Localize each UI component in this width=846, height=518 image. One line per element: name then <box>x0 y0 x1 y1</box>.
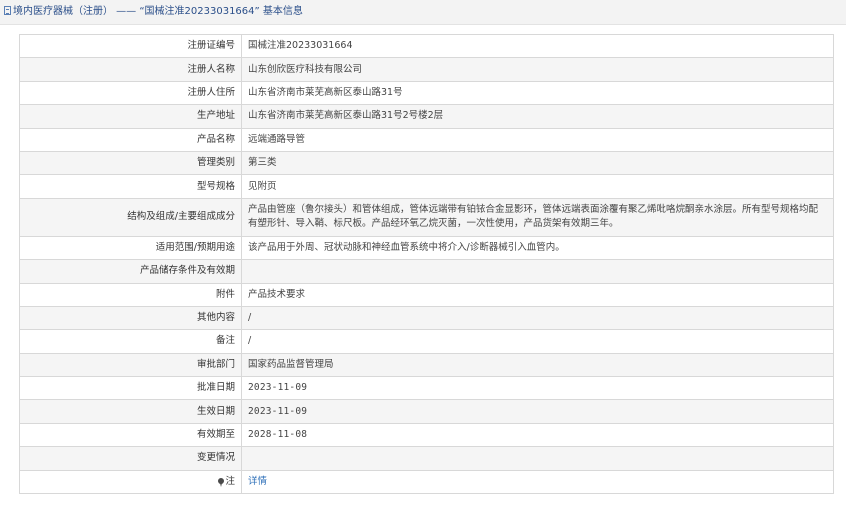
table-row: 其他内容 / <box>19 305 834 331</box>
table-row: 注册人名称 山东创欣医疗科技有限公司 <box>19 57 834 82</box>
table-row: 管理类别 第三类 <box>19 150 834 176</box>
row-value-production-address: 山东省济南市莱芜高新区泰山路31号2号楼2层 <box>241 104 834 129</box>
table-row: 适用范围/预期用途 该产品用于外周、冠状动脉和神经血管系统中将介入/诊断器械引入… <box>19 235 834 261</box>
row-value-effective-date: 2023-11-09 <box>241 399 834 424</box>
row-label-storage: 产品储存条件及有效期 <box>19 259 242 284</box>
row-label-registrant: 注册人名称 <box>19 57 242 82</box>
row-value-attachment: 产品技术要求 <box>241 282 834 307</box>
table-row: 注册人住所 山东省济南市莱芜高新区泰山路31号 <box>19 80 834 106</box>
table-row: 结构及组成/主要组成成分 产品由管座（鲁尔接头）和管体组成，管体远端带有铂铱合金… <box>19 197 834 237</box>
row-label-remark: 备注 <box>19 329 242 354</box>
note-label: 注 <box>225 475 235 487</box>
table-row: 变更情况 <box>19 446 834 471</box>
row-value-storage <box>241 259 834 284</box>
row-value-reg-no: 国械注准20233031664 <box>241 33 834 59</box>
row-label-registrant-address: 注册人住所 <box>19 80 242 106</box>
details-link[interactable]: 详情 <box>248 476 267 487</box>
row-label-note: 注 <box>19 469 242 495</box>
row-label-approval-dept: 审批部门 <box>19 352 242 378</box>
row-value-approval-date: 2023-11-09 <box>241 376 834 401</box>
table-row: 型号规格 见附页 <box>19 174 834 199</box>
row-value-category: 第三类 <box>241 150 834 176</box>
row-label-other: 其他内容 <box>19 305 242 331</box>
table-row: 产品储存条件及有效期 <box>19 259 834 284</box>
info-table: 注册证编号 国械注准20233031664 注册人名称 山东创欣医疗科技有限公司… <box>19 33 834 495</box>
row-label-reg-no: 注册证编号 <box>19 33 242 59</box>
row-value-other: / <box>241 305 834 331</box>
row-label-attachment: 附件 <box>19 282 242 307</box>
row-label-scope: 适用范围/预期用途 <box>19 235 242 261</box>
location-pin-icon <box>218 477 225 487</box>
row-value-registrant-address: 山东省济南市莱芜高新区泰山路31号 <box>241 80 834 106</box>
row-label-product-name: 产品名称 <box>19 127 242 152</box>
row-value-registrant: 山东创欣医疗科技有限公司 <box>241 57 834 82</box>
row-label-structure: 结构及组成/主要组成成分 <box>19 197 242 237</box>
document-icon <box>4 6 11 15</box>
table-row: 审批部门 国家药品监督管理局 <box>19 352 834 378</box>
table-row: 注 详情 <box>19 469 834 495</box>
row-label-category: 管理类别 <box>19 150 242 176</box>
row-label-effective-date: 生效日期 <box>19 399 242 424</box>
row-label-production-address: 生产地址 <box>19 104 242 129</box>
row-value-remark: / <box>241 329 834 354</box>
row-value-structure: 产品由管座（鲁尔接头）和管体组成，管体远端带有铂铱合金显影环，管体远端表面涂覆有… <box>241 197 834 237</box>
table-row: 附件 产品技术要求 <box>19 282 834 307</box>
row-label-expiry-date: 有效期至 <box>19 422 242 448</box>
page-title: 境内医疗器械（注册） —— “国械注准20233031664” 基本信息 <box>13 6 303 17</box>
row-value-approval-dept: 国家药品监督管理局 <box>241 352 834 378</box>
row-label-approval-date: 批准日期 <box>19 376 242 401</box>
table-row: 注册证编号 国械注准20233031664 <box>19 33 834 59</box>
row-label-model: 型号规格 <box>19 174 242 199</box>
table-row: 备注 / <box>19 329 834 354</box>
row-value-model: 见附页 <box>241 174 834 199</box>
table-row: 批准日期 2023-11-09 <box>19 376 834 401</box>
table-row: 有效期至 2028-11-08 <box>19 422 834 448</box>
row-label-change: 变更情况 <box>19 446 242 471</box>
table-row: 生产地址 山东省济南市莱芜高新区泰山路31号2号楼2层 <box>19 104 834 129</box>
row-value-product-name: 远端通路导管 <box>241 127 834 152</box>
row-value-note: 详情 <box>241 469 834 495</box>
row-value-change <box>241 446 834 471</box>
row-value-scope: 该产品用于外周、冠状动脉和神经血管系统中将介入/诊断器械引入血管内。 <box>241 235 834 261</box>
table-row: 产品名称 远端通路导管 <box>19 127 834 152</box>
page-header: 境内医疗器械（注册） —— “国械注准20233031664” 基本信息 <box>0 0 846 25</box>
row-value-expiry-date: 2028-11-08 <box>241 422 834 448</box>
table-row: 生效日期 2023-11-09 <box>19 399 834 424</box>
